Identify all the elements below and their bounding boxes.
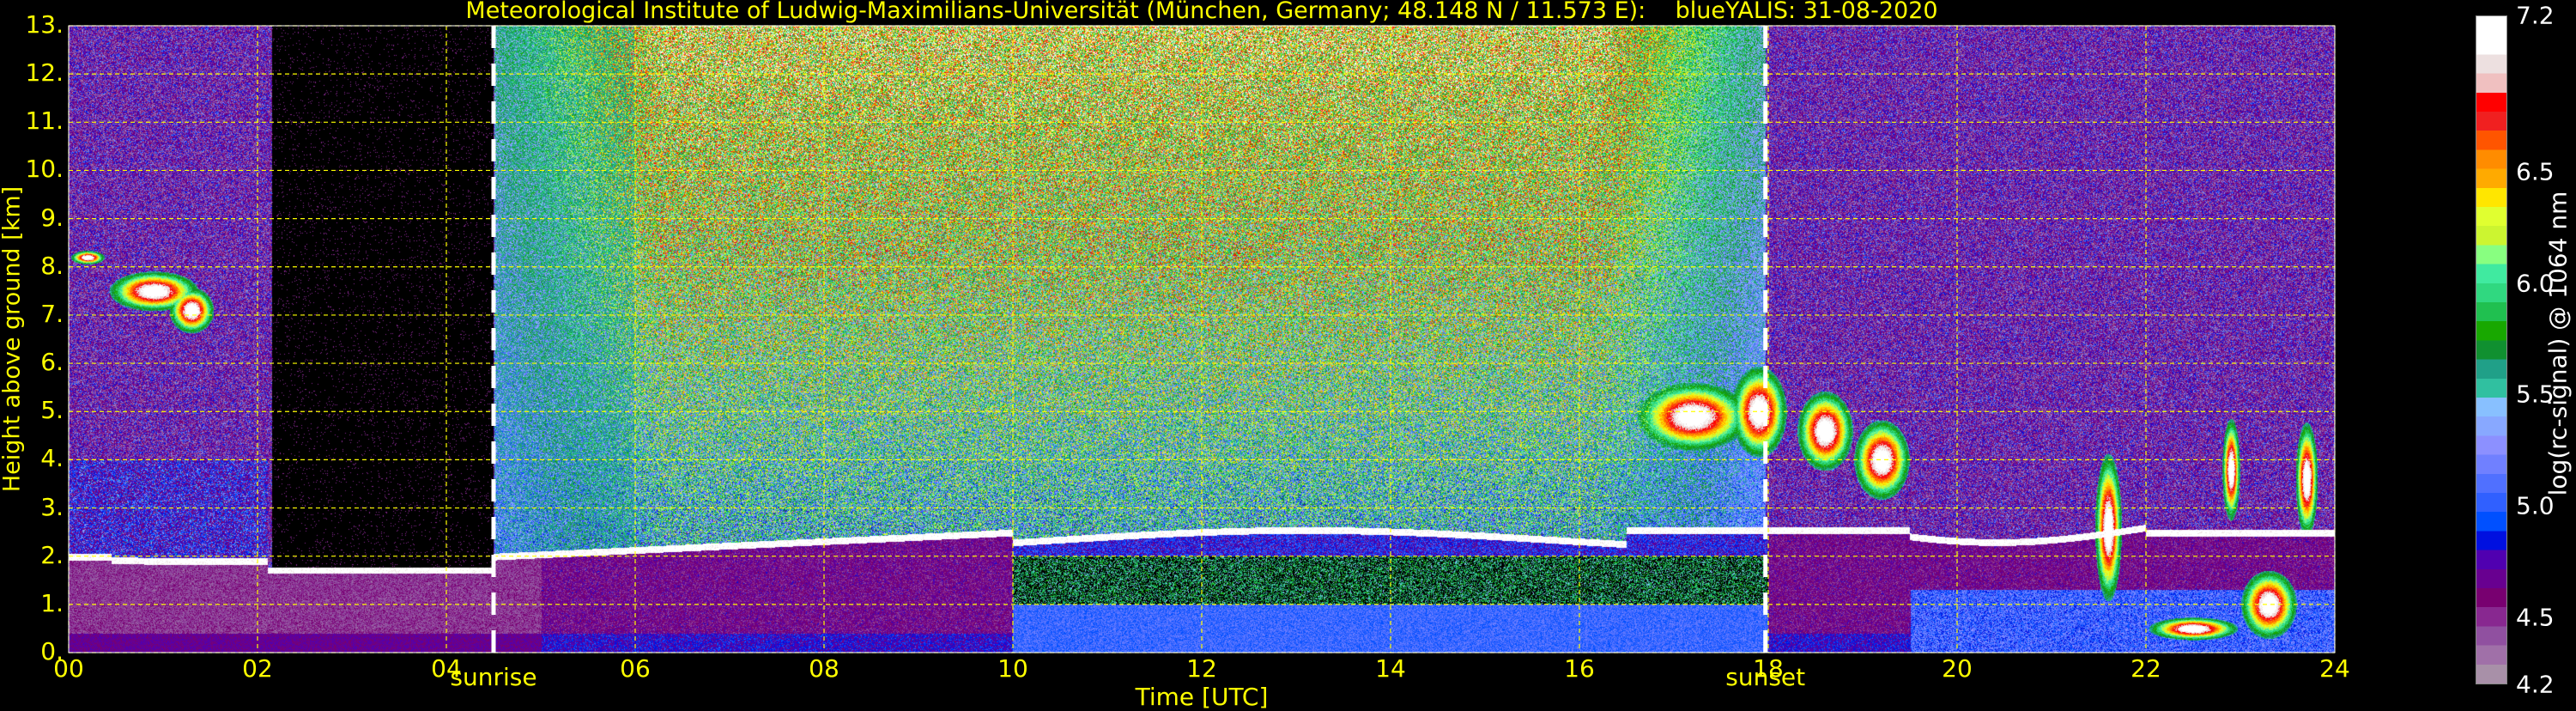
y-tick-label: 8.: [40, 251, 64, 280]
x-tick-label: 16: [1564, 654, 1595, 683]
x-tick-label: 00: [53, 654, 84, 683]
plot-area: [68, 25, 2336, 653]
chart-title: Meteorological Institute of Ludwig-Maxim…: [465, 0, 1938, 24]
colorbar-label: log(rc-signal) @ 1064 nm: [2543, 191, 2573, 496]
y-tick-label: 3.: [40, 492, 64, 521]
colorbar-tick-label: 6.5: [2516, 157, 2555, 186]
y-tick-label: 10.: [25, 155, 64, 184]
x-tick-label: 24: [2319, 654, 2350, 683]
x-tick-label: 02: [242, 654, 273, 683]
x-tick-label: 20: [1942, 654, 1973, 683]
y-tick-label: 13.: [25, 10, 64, 39]
x-tick-label: 12: [1186, 654, 1217, 683]
colorbar-tick-label: 4.5: [2516, 603, 2555, 632]
grid-overlay: [68, 25, 2336, 653]
y-axis-label: Height above ground [km]: [0, 185, 26, 493]
x-tick-label: 10: [997, 654, 1028, 683]
y-tick-label: 1.: [40, 588, 64, 617]
sunset-label: sunset: [1725, 663, 1806, 691]
y-tick-label: 12.: [25, 58, 64, 88]
y-tick-label: 6.: [40, 348, 64, 377]
colorbar-tick-label: 4.2: [2516, 670, 2555, 699]
y-tick-label: 2.: [40, 540, 64, 569]
y-tick-label: 5.: [40, 396, 64, 425]
x-tick-label: 06: [620, 654, 651, 683]
x-tick-label: 14: [1375, 654, 1406, 683]
y-tick-label: 4.: [40, 444, 64, 473]
y-tick-label: 7.: [40, 299, 64, 328]
y-tick-label: 9.: [40, 203, 64, 232]
sunrise-label: sunrise: [450, 663, 537, 691]
colorbar: [2476, 15, 2507, 684]
x-tick-label: 22: [2131, 654, 2161, 683]
y-tick-label: 11.: [25, 106, 64, 136]
x-axis-label: Time [UTC]: [1135, 683, 1269, 711]
colorbar-tick-label: 7.2: [2516, 1, 2555, 30]
x-tick-label: 08: [809, 654, 839, 683]
colorbar-tick-label: 5.0: [2516, 491, 2555, 520]
